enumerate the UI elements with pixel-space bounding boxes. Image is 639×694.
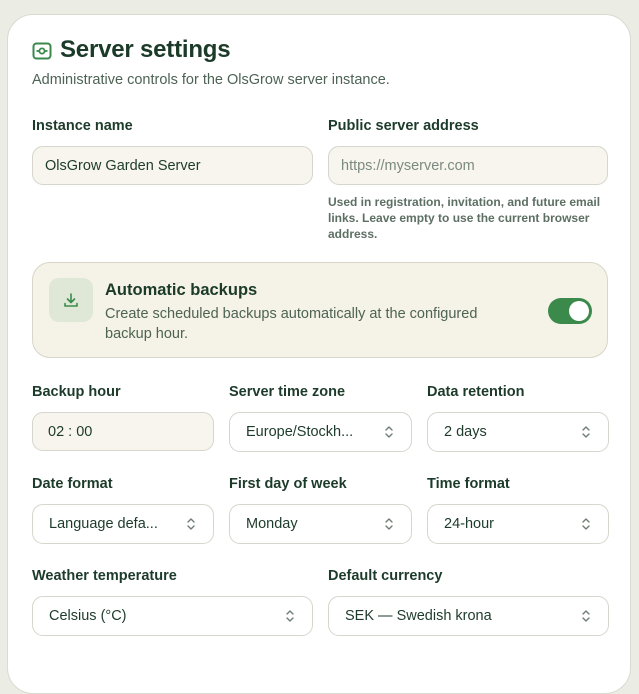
public-address-input[interactable]: https://myserver.com xyxy=(328,146,608,185)
weather-temp-label: Weather temperature xyxy=(32,568,177,584)
time-zone-label: Server time zone xyxy=(229,384,346,400)
chevron-up-down-icon xyxy=(385,518,393,530)
toggle-knob xyxy=(569,301,589,321)
time-format-select[interactable]: 24-hour xyxy=(427,504,609,544)
weather-temp-select[interactable]: Celsius (°C) xyxy=(32,596,313,636)
page-subtitle: Administrative controls for the OlsGrow … xyxy=(32,72,390,88)
data-retention-value: 2 days xyxy=(444,424,487,440)
first-day-value: Monday xyxy=(246,516,298,532)
data-retention-label: Data retention xyxy=(427,384,525,400)
chevron-up-down-icon xyxy=(582,518,590,530)
automatic-backups-description: Create scheduled backups automatically a… xyxy=(105,306,478,342)
public-address-help: Used in registration, invitation, and fu… xyxy=(328,195,601,241)
time-format-value: 24-hour xyxy=(444,516,494,532)
backup-hour-value: 02 : 00 xyxy=(48,423,93,440)
date-format-select[interactable]: Language defa... xyxy=(32,504,214,544)
currency-select[interactable]: SEK — Swedish krona xyxy=(328,596,609,636)
first-day-select[interactable]: Monday xyxy=(229,504,412,544)
currency-label: Default currency xyxy=(328,568,443,584)
chevron-up-down-icon xyxy=(582,426,590,438)
instance-name-value: OlsGrow Garden Server xyxy=(45,157,201,174)
backup-hour-label: Backup hour xyxy=(32,384,121,400)
download-icon xyxy=(49,278,93,322)
automatic-backups-toggle[interactable] xyxy=(548,298,592,324)
backup-hour-input[interactable]: 02 : 00 xyxy=(32,412,214,451)
date-format-value: Language defa... xyxy=(49,516,158,532)
first-day-label: First day of week xyxy=(229,476,347,492)
data-retention-select[interactable]: 2 days xyxy=(427,412,609,452)
chevron-up-down-icon xyxy=(582,610,590,622)
time-format-label: Time format xyxy=(427,476,510,492)
public-address-label: Public server address xyxy=(328,118,479,134)
time-zone-select[interactable]: Europe/Stockh... xyxy=(229,412,412,452)
time-zone-value: Europe/Stockh... xyxy=(246,424,354,440)
automatic-backups-panel: Automatic backups Create scheduled backu… xyxy=(32,262,608,358)
currency-value: SEK — Swedish krona xyxy=(345,608,492,624)
automatic-backups-title: Automatic backups xyxy=(105,281,258,299)
instance-name-input[interactable]: OlsGrow Garden Server xyxy=(32,146,313,185)
chevron-up-down-icon xyxy=(385,426,393,438)
public-address-placeholder: https://myserver.com xyxy=(341,157,475,174)
chevron-up-down-icon xyxy=(286,610,294,622)
date-format-label: Date format xyxy=(32,476,113,492)
server-settings-card: Server settings Administrative controls … xyxy=(7,14,631,694)
instance-name-label: Instance name xyxy=(32,118,133,134)
page-title: Server settings xyxy=(60,36,231,63)
chevron-up-down-icon xyxy=(187,518,195,530)
weather-temp-value: Celsius (°C) xyxy=(49,608,127,624)
server-settings-icon xyxy=(32,42,52,60)
